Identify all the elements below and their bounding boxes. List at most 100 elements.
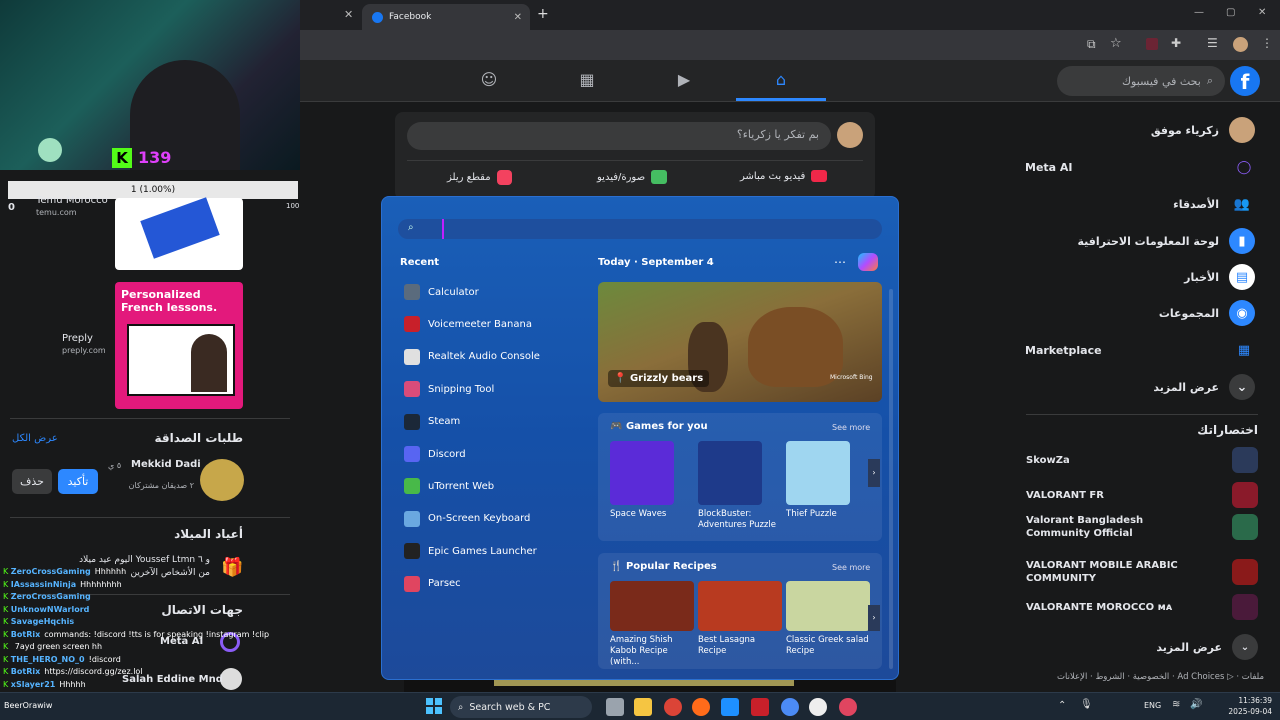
home-icon[interactable]: ⌂ bbox=[770, 70, 792, 92]
recipes-see-more[interactable]: See more bbox=[832, 563, 870, 572]
ad-name[interactable]: Preply bbox=[62, 333, 93, 344]
recipe-tile[interactable] bbox=[610, 581, 694, 631]
more-icon[interactable]: ⋯ bbox=[834, 255, 846, 269]
tab-facebook[interactable]: Facebook ✕ bbox=[362, 4, 530, 30]
cast-icon[interactable]: ⧉ bbox=[1087, 37, 1096, 52]
voicemeeter-icon[interactable] bbox=[751, 698, 769, 716]
chat-message: K BotRix https://discord.gg/zez.lol bbox=[3, 666, 143, 678]
new-tab-button[interactable]: + bbox=[537, 6, 549, 22]
sidebar-item[interactable]: Marketplace ▦ bbox=[1025, 332, 1257, 368]
sidebar-item[interactable]: الأخبار ▤ bbox=[1184, 259, 1255, 295]
scroll-right-button[interactable]: › bbox=[868, 459, 880, 487]
wifi-icon[interactable]: ≋ bbox=[1172, 699, 1180, 710]
start-search-input[interactable]: ⌕ bbox=[398, 219, 882, 239]
firefox-icon[interactable] bbox=[692, 698, 710, 716]
footer-links[interactable]: الخصوصية · الشروط · الإعلانات · Ad Choic… bbox=[1044, 672, 1264, 683]
game-tile[interactable] bbox=[610, 441, 674, 505]
shortcut-item[interactable]: VALORANT FR bbox=[1026, 482, 1258, 508]
ad-name[interactable]: Temu Morocco bbox=[36, 195, 108, 206]
minimize-button[interactable]: — bbox=[1194, 7, 1204, 18]
chrome-icon[interactable] bbox=[664, 698, 682, 716]
shortcut-item[interactable]: Valorant Bangladesh Community Official bbox=[1026, 514, 1258, 540]
more-options-icon[interactable]: ⋮ bbox=[1261, 36, 1273, 50]
facebook-logo[interactable]: f bbox=[1230, 66, 1260, 96]
sidebar-item[interactable]: المجموعات ◉ bbox=[1159, 295, 1255, 331]
volume-icon[interactable]: 🔊 bbox=[1190, 699, 1202, 710]
live-video-button[interactable]: فيديو بث مباشر bbox=[740, 170, 828, 182]
start-menu: ⌕ Recent Calculator Voicemeeter Banana Rea… bbox=[381, 196, 899, 680]
recent-app-item[interactable]: Calculator bbox=[404, 279, 479, 305]
shortcut-item[interactable]: VALORANTE MOROCCO ᴍᴀ bbox=[1026, 594, 1258, 620]
recent-app-item[interactable]: Epic Games Launcher bbox=[404, 538, 537, 564]
sidebar-item[interactable]: Meta AI ◯ bbox=[1025, 149, 1257, 185]
chat-message: K THE_HERO_NO_0 !discord bbox=[3, 654, 121, 666]
sidebar-item[interactable]: زكرياء موفق bbox=[1151, 112, 1255, 148]
sidebar-item[interactable]: الأصدقاء 👥 bbox=[1173, 186, 1255, 222]
recent-app-item[interactable]: Steam bbox=[404, 409, 460, 435]
chrome-icon[interactable] bbox=[781, 698, 799, 716]
see-all-link[interactable]: عرض الكل bbox=[12, 433, 58, 444]
video-icon[interactable]: ▶ bbox=[673, 70, 695, 92]
ad-url[interactable]: preply.com bbox=[62, 346, 106, 355]
extension-icon[interactable] bbox=[1146, 38, 1158, 50]
bookmark-star-icon[interactable]: ☆ bbox=[1110, 36, 1122, 51]
copilot-icon[interactable] bbox=[858, 253, 878, 271]
task-view-icon[interactable] bbox=[606, 698, 624, 716]
game-tile[interactable] bbox=[786, 441, 850, 505]
request-name[interactable]: Mekkid Dadi bbox=[131, 459, 201, 470]
recent-app-item[interactable]: Realtek Audio Console bbox=[404, 344, 540, 370]
recipes-title: 🍴 Popular Recipes bbox=[610, 561, 717, 572]
language-indicator[interactable]: ENG bbox=[1144, 701, 1161, 710]
hero-card[interactable]: 📍 Grizzly bears Microsoft Bing bbox=[598, 282, 882, 402]
profile-avatar[interactable] bbox=[1233, 37, 1248, 52]
shortcut-item[interactable]: VALORANT MOBILE ARABIC COMMUNITY bbox=[1026, 559, 1258, 585]
clock[interactable]: 11:36:39 2025-09-04 bbox=[1222, 695, 1272, 717]
recent-app-item[interactable]: Discord bbox=[404, 441, 466, 467]
recipe-tile[interactable] bbox=[698, 581, 782, 631]
shortcut-avatar bbox=[1232, 482, 1258, 508]
ad-url[interactable]: temu.com bbox=[36, 208, 77, 217]
taskbar-search[interactable]: ⌕ Search web & PC bbox=[450, 696, 592, 718]
media-player-icon[interactable] bbox=[809, 698, 827, 716]
app-icon[interactable] bbox=[721, 698, 739, 716]
game-tile[interactable] bbox=[698, 441, 762, 505]
temu-ad-image[interactable] bbox=[115, 197, 243, 270]
reels-button[interactable]: مقطع ريلز bbox=[447, 170, 512, 185]
avatar[interactable] bbox=[200, 459, 244, 501]
microphone-icon[interactable]: 🎙 bbox=[1080, 699, 1093, 710]
delete-button[interactable]: حذف bbox=[12, 469, 52, 494]
photo-video-button[interactable]: صورة/فيديو bbox=[597, 170, 668, 184]
close-tab-icon[interactable]: ✕ bbox=[344, 8, 353, 21]
recent-app-item[interactable]: uTorrent Web bbox=[404, 473, 494, 499]
file-explorer-icon[interactable] bbox=[634, 698, 652, 716]
games-see-more[interactable]: See more bbox=[832, 423, 870, 432]
preply-ad-image[interactable]: Personalized French lessons. bbox=[115, 282, 243, 409]
close-window-button[interactable]: ✕ bbox=[1258, 7, 1266, 18]
windows-start-icon[interactable] bbox=[426, 698, 442, 714]
app-icon[interactable] bbox=[839, 698, 857, 716]
menu-list-icon[interactable]: ☰ bbox=[1207, 36, 1218, 50]
recent-app-item[interactable]: Voicemeeter Banana bbox=[404, 311, 532, 337]
gaming-icon[interactable]: ☺ bbox=[478, 70, 500, 92]
avatar[interactable] bbox=[837, 122, 863, 148]
confirm-button[interactable]: تأكيد bbox=[58, 469, 98, 494]
recipe-tile[interactable] bbox=[786, 581, 870, 631]
marketplace-icon[interactable]: ▦ bbox=[576, 70, 598, 92]
chevron-up-icon[interactable]: ⌃ bbox=[1058, 700, 1066, 711]
recent-app-item[interactable]: Parsec bbox=[404, 571, 461, 597]
search-input[interactable]: بحث في فيسبوك ⌕ bbox=[1057, 66, 1225, 96]
shortcut-item[interactable]: SkowZa bbox=[1026, 447, 1258, 473]
recent-app-item[interactable]: On-Screen Keyboard bbox=[404, 506, 530, 532]
shortcut-avatar bbox=[1232, 559, 1258, 585]
puzzle-icon[interactable]: ✚ bbox=[1171, 36, 1181, 50]
close-tab-icon[interactable]: ✕ bbox=[514, 12, 522, 23]
composer-input[interactable]: بم تفكر يا زكرياء؟ bbox=[407, 122, 831, 150]
recent-app-item[interactable]: Snipping Tool bbox=[404, 376, 494, 402]
scrollbar[interactable] bbox=[889, 289, 893, 669]
shortcuts-see-more[interactable]: عرض المزيد ⌄ bbox=[1156, 634, 1258, 660]
scroll-right-button[interactable]: › bbox=[868, 605, 880, 631]
maximize-button[interactable]: ▢ bbox=[1226, 7, 1235, 18]
sidebar-item[interactable]: عرض المزيد ⌄ bbox=[1153, 369, 1255, 405]
sidebar-item[interactable]: لوحة المعلومات الاحترافية ▮ bbox=[1077, 223, 1255, 259]
reels-icon bbox=[496, 170, 512, 185]
